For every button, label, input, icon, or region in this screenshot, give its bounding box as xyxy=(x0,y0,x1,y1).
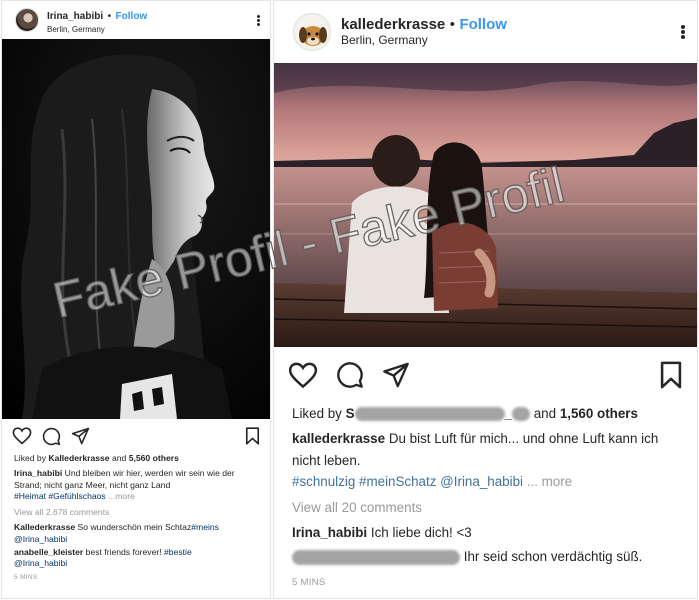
comment-username-link[interactable]: anabelle_kleister xyxy=(14,547,83,557)
comment: anabelle_kleister best friends forever! … xyxy=(14,547,258,570)
redaction-blur xyxy=(354,407,505,422)
avatar[interactable] xyxy=(15,8,39,32)
comment-username-link[interactable]: Kallederkrasse xyxy=(14,522,75,532)
likes-count-link[interactable]: 5,560 others xyxy=(129,453,179,463)
likes-line: Liked by S _ and 1,560 others xyxy=(292,403,679,424)
comment: Ihr seid schon verdächtig süß. xyxy=(292,546,679,567)
post-left: Irina_habibi • Follow Berlin, Germany Li… xyxy=(1,0,271,599)
comment: Kallederkrasse So wunderschön mein Schta… xyxy=(14,522,258,545)
mention-link[interactable]: @Irina_habibi xyxy=(14,558,67,568)
follow-button[interactable]: Follow xyxy=(459,16,507,33)
liked-by-user-link[interactable]: S xyxy=(346,406,355,421)
comment-text: So wunderschön mein Schtaz xyxy=(77,522,192,533)
hashtag-link[interactable]: #Heimat xyxy=(14,491,46,501)
post-timestamp: 5 MINS xyxy=(14,573,38,581)
location-link[interactable]: Berlin, Germany xyxy=(341,33,681,48)
post-header: kallederkrasse • Follow Berlin, Germany xyxy=(274,1,697,63)
comment-text: best friends forever! xyxy=(85,546,162,557)
mention-link[interactable]: @Irina_habibi xyxy=(440,474,523,489)
post-right: kallederkrasse • Follow Berlin, Germany xyxy=(273,0,698,599)
couple-sunset-image xyxy=(274,63,697,347)
caption: Irina_habibi Und bleiben wir hier, werde… xyxy=(14,468,258,502)
heart-icon[interactable] xyxy=(12,427,32,445)
comment-icon[interactable] xyxy=(336,361,364,389)
hashtag-link[interactable]: #meins xyxy=(191,522,219,532)
liked-by-prefix: Liked by xyxy=(292,406,342,421)
action-bar xyxy=(274,347,697,403)
liked-by-and: and xyxy=(111,453,127,463)
view-all-comments-link[interactable]: View all 20 comments xyxy=(292,497,679,518)
post-header: Irina_habibi • Follow Berlin, Germany xyxy=(2,1,270,39)
caption-more-link[interactable]: ... more xyxy=(527,474,572,489)
caption-more-link[interactable]: ...more xyxy=(108,491,135,501)
liked-by-and: and xyxy=(533,406,557,421)
portrait-image xyxy=(2,39,270,419)
hashtag-link[interactable]: #schnulzig xyxy=(292,474,355,489)
header-text: Irina_habibi • Follow Berlin, Germany xyxy=(47,6,257,34)
share-icon[interactable] xyxy=(382,362,410,388)
post-timestamp: 5 MINS xyxy=(292,577,326,589)
heart-icon[interactable] xyxy=(288,362,318,389)
caption-username-link[interactable]: kallederkrasse xyxy=(292,431,385,446)
separator-dot: • xyxy=(449,15,455,33)
comment-text: Ich liebe dich! <3 xyxy=(370,525,472,541)
action-bar xyxy=(2,419,270,453)
more-options-icon[interactable] xyxy=(257,14,260,26)
post-body: Liked by S _ and 1,560 others kallederkra… xyxy=(274,403,697,590)
share-icon[interactable] xyxy=(71,427,90,445)
username-link[interactable]: kallederkrasse xyxy=(341,16,445,33)
post-photo[interactable] xyxy=(2,39,270,419)
follow-button[interactable]: Follow xyxy=(116,11,148,22)
comment-text: Ihr seid schon verdächtig süß. xyxy=(463,548,643,564)
dog-avatar-icon xyxy=(294,14,330,50)
bookmark-icon[interactable] xyxy=(659,361,683,389)
liked-by-prefix: Liked by xyxy=(14,453,47,463)
liked-by-user-link-end[interactable]: _ xyxy=(505,406,512,421)
hashtag-link[interactable]: #Gefühlschaos xyxy=(48,491,105,501)
hashtag-link[interactable]: #meinSchatz xyxy=(359,474,436,489)
likes-count-link[interactable]: 1,560 others xyxy=(560,406,638,421)
comment: Irina_habibi Ich liebe dich! <3 xyxy=(292,522,679,543)
mention-link[interactable]: @Irina_habibi xyxy=(14,534,67,544)
avatar[interactable] xyxy=(293,13,331,51)
redaction-blur xyxy=(512,407,530,422)
caption-username-link[interactable]: Irina_habibi xyxy=(14,468,62,478)
header-text: kallederkrasse • Follow Berlin, Germany xyxy=(341,16,681,48)
location-link[interactable]: Berlin, Germany xyxy=(47,25,257,34)
username-link[interactable]: Irina_habibi xyxy=(47,11,103,22)
post-body: Liked by Kallederkrasse and 5,560 others… xyxy=(2,453,270,582)
more-options-icon[interactable] xyxy=(681,25,685,39)
comment-icon[interactable] xyxy=(42,427,61,446)
hashtag-link[interactable]: #bestie xyxy=(164,547,192,557)
post-photo[interactable] xyxy=(274,63,697,347)
bookmark-icon[interactable] xyxy=(245,427,260,445)
separator-dot: • xyxy=(107,11,112,23)
redaction-blur xyxy=(292,549,460,565)
liked-by-user-link[interactable]: Kallederkrasse xyxy=(48,453,109,463)
comment-username-link[interactable]: Irina_habibi xyxy=(292,525,367,540)
view-all-comments-link[interactable]: View all 2.678 comments xyxy=(14,507,258,518)
caption: kallederkrasse Du bist Luft für mich... … xyxy=(292,428,679,492)
likes-line: Liked by Kallederkrasse and 5,560 others xyxy=(14,453,258,464)
